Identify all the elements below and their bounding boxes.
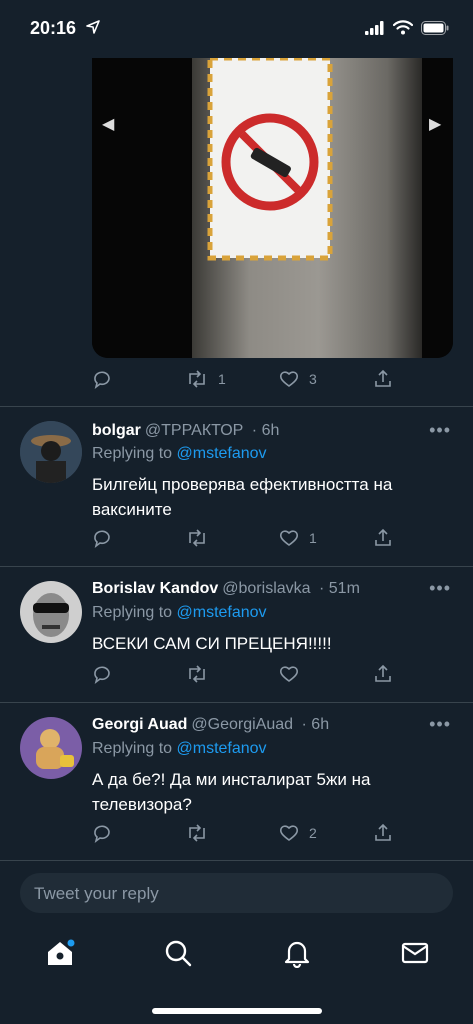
main-tweet-actions: 1 3: [92, 369, 392, 393]
replying-to: Replying to @mstefanov: [92, 604, 267, 622]
author-name[interactable]: Borislav Kandov: [92, 580, 218, 597]
like-count: 1: [309, 530, 317, 546]
share-button[interactable]: [373, 823, 393, 843]
share-button[interactable]: [373, 664, 393, 684]
media-prev-arrow-icon[interactable]: ◀: [102, 114, 114, 134]
retweet-icon: [189, 824, 205, 842]
reply-button[interactable]: [92, 528, 122, 548]
replying-to: Replying to @mstefanov: [92, 445, 267, 463]
tab-search[interactable]: [163, 938, 193, 968]
retweet-icon: [189, 665, 205, 683]
retweet-button[interactable]: [186, 823, 218, 843]
like-button[interactable]: 3: [279, 369, 317, 389]
home-indicator: [152, 1008, 322, 1014]
reply-button[interactable]: [92, 823, 122, 843]
divider: [0, 406, 473, 407]
wifi-icon: [393, 20, 413, 35]
tab-home[interactable]: [45, 938, 75, 968]
share-icon: [375, 664, 391, 682]
like-button[interactable]: 1: [279, 528, 317, 548]
tweet-time: · 6h: [251, 422, 280, 439]
author-name[interactable]: Georgi Auad: [92, 716, 187, 733]
retweet-icon: [189, 370, 205, 388]
replying-to-label: Replying to: [92, 604, 173, 621]
retweet-count: 1: [218, 371, 226, 387]
divider: [0, 860, 473, 861]
retweet-button[interactable]: [186, 528, 218, 548]
heart-icon: [279, 825, 299, 841]
more-options-icon[interactable]: •••: [429, 714, 451, 735]
reply-button[interactable]: [92, 369, 112, 389]
replying-to: Replying to @mstefanov: [92, 740, 267, 758]
more-options-icon[interactable]: •••: [429, 420, 451, 441]
reply-icon: [94, 530, 110, 548]
share-button[interactable]: [373, 369, 393, 389]
tab-messages[interactable]: [400, 938, 430, 968]
heart-icon: [279, 530, 299, 546]
share-icon: [375, 528, 391, 546]
location-arrow-icon: [86, 20, 100, 34]
like-button[interactable]: [279, 664, 309, 684]
reply-icon: [94, 371, 110, 389]
replying-to-label: Replying to: [92, 740, 173, 757]
status-indicators: [365, 20, 449, 35]
author-line: Georgi Auad @GeorgiAuad · 6h: [92, 716, 329, 734]
author-line: Borislav Kandov @borislavka · 51m: [92, 580, 360, 598]
media-next-arrow-icon[interactable]: ▶: [429, 114, 441, 134]
author-handle[interactable]: @ТРРАКТОР: [145, 422, 243, 439]
tweet-actions: [92, 664, 392, 688]
like-button[interactable]: 2: [279, 823, 317, 843]
divider: [0, 702, 473, 703]
replying-to-mention[interactable]: @mstefanov: [177, 604, 267, 621]
messages-envelope-icon: [401, 942, 429, 964]
notifications-bell-icon: [284, 941, 310, 969]
replying-to-mention[interactable]: @mstefanov: [177, 740, 267, 757]
sign-photo: [92, 58, 453, 358]
tweet-actions: 2: [92, 823, 392, 847]
retweet-button[interactable]: 1: [186, 369, 226, 389]
like-count: 2: [309, 825, 317, 841]
tweet-text: А да бе?! Да ми инсталират 5жи на телеви…: [92, 770, 371, 814]
status-bar: 20:16: [0, 0, 473, 56]
tweet-media-image[interactable]: ◀ ▶: [92, 58, 453, 358]
more-options-icon[interactable]: •••: [429, 578, 451, 599]
avatar[interactable]: [20, 421, 82, 483]
reply-button[interactable]: [92, 664, 122, 684]
heart-icon: [279, 666, 299, 682]
tab-notifications[interactable]: [282, 938, 312, 969]
share-button[interactable]: [373, 528, 393, 548]
reply-icon: [94, 666, 110, 684]
tweet-actions: 1: [92, 528, 392, 552]
tweet-text: Билгейц проверява ефективността на вакси…: [92, 475, 393, 519]
author-name[interactable]: bolgar: [92, 422, 141, 439]
status-time: 20:16: [30, 18, 77, 38]
home-icon: [48, 939, 75, 965]
tweet-text: ВСЕКИ САМ СИ ПРЕЦЕНЯ!!!!!: [92, 634, 332, 653]
avatar[interactable]: [20, 717, 82, 779]
share-icon: [375, 369, 391, 387]
battery-icon: [421, 20, 449, 35]
replying-to-mention[interactable]: @mstefanov: [177, 445, 267, 462]
divider: [0, 566, 473, 567]
tweet-time: · 6h: [301, 716, 330, 733]
heart-icon: [279, 371, 299, 387]
reply-icon: [94, 825, 110, 843]
author-handle[interactable]: @borislavka: [222, 580, 310, 597]
retweet-button[interactable]: [186, 664, 218, 684]
replying-to-label: Replying to: [92, 445, 173, 462]
cellular-signal-icon: [365, 20, 384, 35]
search-icon: [165, 940, 192, 967]
share-icon: [375, 823, 391, 841]
retweet-icon: [189, 529, 205, 547]
like-count: 3: [309, 371, 317, 387]
tweet-time: · 51m: [319, 580, 360, 597]
author-handle[interactable]: @GeorgiAuad: [191, 716, 293, 733]
reply-composer-input[interactable]: Tweet your reply: [20, 873, 453, 913]
reply-placeholder: Tweet your reply: [34, 884, 159, 903]
author-line: bolgar @ТРРАКТОР · 6h: [92, 422, 279, 440]
tab-bar: [0, 930, 473, 980]
avatar[interactable]: [20, 581, 82, 643]
